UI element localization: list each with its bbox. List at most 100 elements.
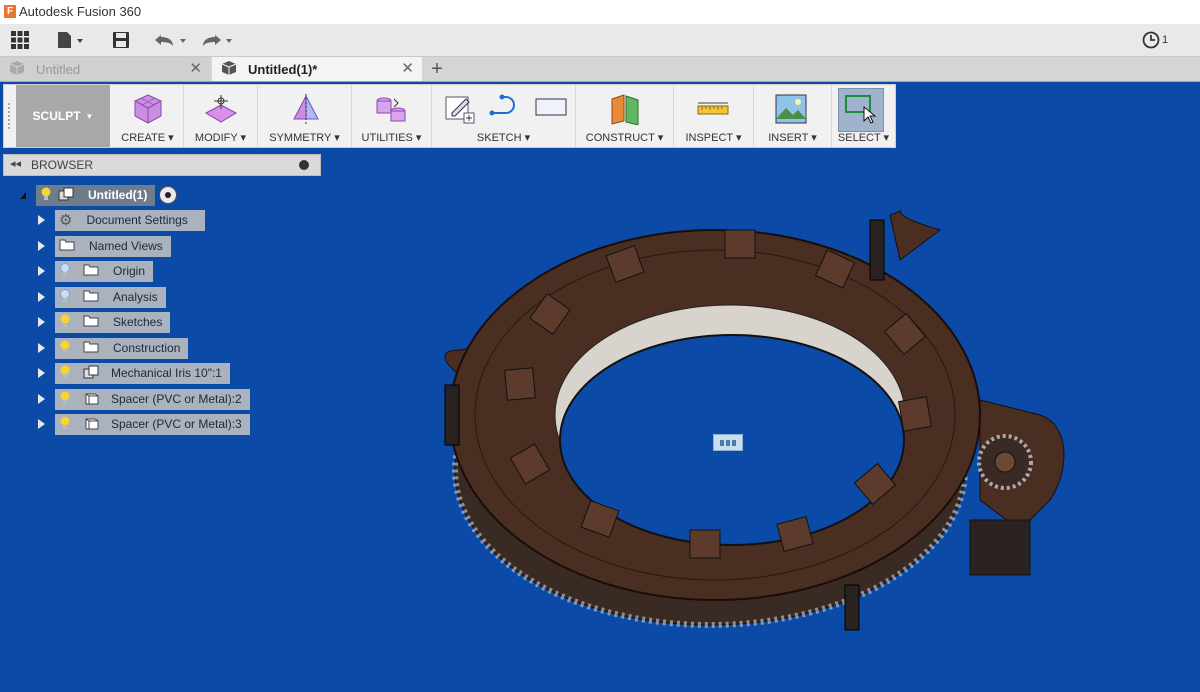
lightbulb-on-icon[interactable] [59, 416, 71, 433]
tree-item-node[interactable]: ⚙ Document Settings [55, 209, 205, 231]
tree-item-label: Construction [113, 341, 181, 355]
file-menu-icon[interactable] [52, 28, 88, 52]
expand-triangle-icon[interactable] [38, 241, 45, 251]
tree-root-row[interactable]: Untitled(1) [20, 184, 178, 206]
tab-untitled-1[interactable]: Untitled(1)* ✕ [212, 57, 422, 81]
create-box-icon [132, 93, 164, 128]
insert-image-icon [774, 93, 808, 128]
lightbulb-on-icon[interactable] [40, 187, 52, 204]
tab-untitled[interactable]: Untitled ✕ [0, 57, 210, 81]
tab-label: Untitled(1)* [248, 61, 318, 77]
tree-item-node[interactable]: Sketches [55, 311, 171, 333]
spacer-post [844, 584, 860, 631]
toolbar: SCULPT ▼ CREATE ▾ MODIFY ▾ SYMMETRY ▾ UTI… [3, 84, 896, 148]
undo-icon[interactable] [152, 28, 190, 52]
utilities-icon [374, 93, 408, 128]
tree-root-node[interactable]: Untitled(1) [36, 184, 156, 206]
modify-group[interactable]: MODIFY ▾ [184, 85, 258, 147]
tree-item-label: Sketches [113, 315, 163, 329]
utilities-group[interactable]: UTILITIES ▾ [352, 85, 432, 147]
collapse-triangle-icon[interactable] [20, 191, 26, 199]
fusion-logo-icon: F [4, 5, 16, 18]
toolbar-grip[interactable] [8, 103, 16, 129]
close-tab-icon[interactable]: ✕ [401, 59, 414, 77]
construct-group[interactable]: CONSTRUCT ▾ [576, 85, 674, 147]
title-bar: F Autodesk Fusion 360 [0, 0, 1200, 24]
browser-title: BROWSER [31, 158, 94, 172]
symmetry-group[interactable]: SYMMETRY ▾ [258, 85, 352, 147]
lightbulb-on-icon[interactable] [59, 314, 71, 331]
activate-radio-icon[interactable] [159, 186, 178, 204]
tree-item-node[interactable]: Spacer (PVC or Metal):2 [55, 388, 250, 410]
folder-icon [83, 263, 99, 279]
data-panel-grid-icon[interactable] [8, 28, 32, 52]
lightbulb-on-icon[interactable] [59, 391, 71, 408]
expand-triangle-icon[interactable] [38, 292, 45, 302]
cube-icon [220, 60, 238, 79]
folder-icon [59, 238, 75, 254]
body-icon [83, 416, 99, 433]
tree-item[interactable]: Spacer (PVC or Metal):2 [38, 388, 250, 410]
job-status-count: 1 [1161, 34, 1169, 46]
redo-icon[interactable] [198, 28, 236, 52]
tree-item-node[interactable]: Construction [55, 337, 189, 359]
tree-item-node[interactable]: Origin [55, 260, 154, 282]
tree-item[interactable]: Construction [38, 337, 189, 359]
expand-triangle-icon[interactable] [38, 419, 45, 429]
pinion-hub [994, 451, 1016, 473]
measure-ruler-icon [696, 93, 730, 128]
app-title: Autodesk Fusion 360 [19, 4, 142, 19]
spacer-post [869, 219, 885, 281]
tree-item[interactable]: Origin [38, 260, 154, 282]
sketch-label: SKETCH ▾ [476, 132, 531, 144]
collapse-browser-icon[interactable]: ◂◂ [10, 157, 21, 170]
tree-item[interactable]: Mechanical Iris 10":1 [38, 362, 230, 384]
tree-item-node[interactable]: Mechanical Iris 10":1 [55, 362, 230, 384]
expand-triangle-icon[interactable] [38, 215, 45, 225]
new-tab-plus-icon[interactable]: + [426, 57, 448, 81]
save-icon[interactable] [110, 28, 132, 52]
browser-options-icon[interactable] [299, 160, 309, 170]
browser-header: ◂◂ BROWSER [3, 154, 321, 176]
tree-item-node[interactable]: Spacer (PVC or Metal):3 [55, 413, 250, 435]
tree-item-label: Mechanical Iris 10":1 [111, 366, 222, 380]
workspace-switcher[interactable]: SCULPT ▼ [16, 85, 110, 147]
tree-item[interactable]: Analysis [38, 286, 166, 308]
edit-form-icon [204, 93, 238, 128]
tree-item[interactable]: ⚙ Document Settings [38, 209, 205, 231]
expand-triangle-icon[interactable] [38, 266, 45, 276]
select-group[interactable]: SELECT ▾ [832, 85, 895, 147]
tree-item[interactable]: Sketches [38, 311, 171, 333]
tree-item-label: Analysis [113, 290, 158, 304]
quick-access-bar: 1 [0, 24, 1200, 57]
lightbulb-on-icon[interactable] [59, 340, 71, 357]
insert-group[interactable]: INSERT ▾ [754, 85, 832, 147]
sketch-group[interactable]: SKETCH ▾ [432, 85, 576, 147]
construct-plane-icon [609, 93, 641, 128]
expand-triangle-icon[interactable] [38, 394, 45, 404]
symmetry-label: SYMMETRY ▾ [269, 132, 340, 144]
select-window-icon [844, 93, 878, 128]
close-tab-icon[interactable]: ✕ [189, 59, 202, 77]
symmetry-icon [290, 93, 322, 128]
inspect-group[interactable]: INSPECT ▾ [674, 85, 754, 147]
create-group[interactable]: CREATE ▾ [112, 85, 184, 147]
expand-triangle-icon[interactable] [38, 368, 45, 378]
tree-item-node[interactable]: Named Views [55, 235, 171, 257]
expand-triangle-icon[interactable] [38, 343, 45, 353]
utilities-label: UTILITIES ▾ [361, 132, 422, 144]
lightbulb-on-icon[interactable] [59, 365, 71, 382]
component-origin-marker[interactable] [713, 434, 743, 451]
tree-item-label: Spacer (PVC or Metal):3 [111, 417, 242, 431]
job-status-clock-icon[interactable]: 1 [1140, 28, 1170, 52]
tree-item[interactable]: Spacer (PVC or Metal):3 [38, 413, 250, 435]
lightbulb-off-icon[interactable] [59, 262, 71, 280]
tree-item-label: Document Settings [86, 213, 188, 227]
folder-icon [83, 340, 99, 356]
expand-triangle-icon[interactable] [38, 317, 45, 327]
tree-root-label: Untitled(1) [88, 188, 148, 202]
viewport-3d-model[interactable] [420, 200, 1090, 660]
tree-item-node[interactable]: Analysis [55, 286, 166, 308]
lightbulb-off-icon[interactable] [59, 288, 71, 306]
tree-item[interactable]: Named Views [38, 235, 171, 257]
